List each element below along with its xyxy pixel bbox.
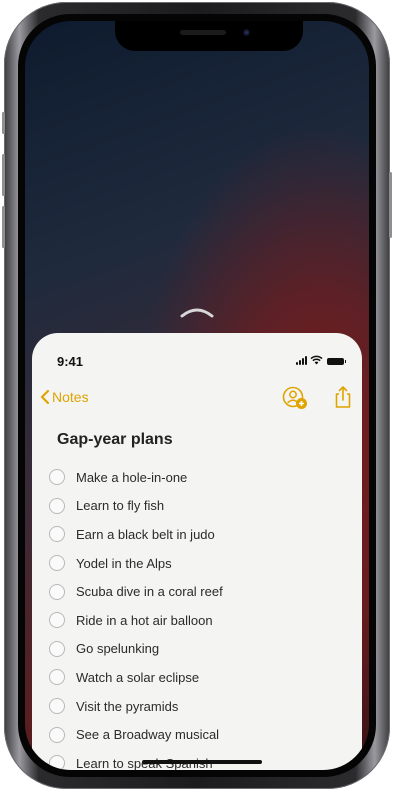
checklist-item-text[interactable]: Ride in a hot air balloon xyxy=(76,613,213,628)
checkbox-circle-icon[interactable] xyxy=(49,640,65,657)
status-time: 9:41 xyxy=(57,354,84,369)
checklist-item[interactable]: Go spelunking xyxy=(49,635,349,664)
checkbox-circle-icon[interactable] xyxy=(49,612,65,629)
notes-sheet: 9:41 Notes Gap-year plans Make a hole-in… xyxy=(32,333,362,770)
note-title[interactable]: Gap-year plans xyxy=(57,431,173,449)
home-indicator[interactable] xyxy=(142,760,262,764)
power-button xyxy=(389,172,392,238)
checklist-item-text[interactable]: Watch a solar eclipse xyxy=(76,670,199,685)
battery-icon xyxy=(327,358,346,365)
wifi-icon xyxy=(310,355,323,365)
checklist: Make a hole-in-one Learn to fly fish Ear… xyxy=(49,463,349,770)
signal-bars-icon xyxy=(296,356,307,365)
checklist-item[interactable]: See a Broadway musical xyxy=(49,720,349,749)
add-person-icon[interactable] xyxy=(282,386,308,410)
checklist-item[interactable]: Watch a solar eclipse xyxy=(49,663,349,692)
checklist-item[interactable]: Learn to fly fish xyxy=(49,492,349,521)
checklist-item-text[interactable]: Go spelunking xyxy=(76,641,159,656)
front-camera xyxy=(243,29,250,36)
checklist-item-text[interactable]: Visit the pyramids xyxy=(76,699,178,714)
checklist-item-text[interactable]: Make a hole-in-one xyxy=(76,470,187,485)
silent-switch xyxy=(2,112,5,134)
checkbox-circle-icon[interactable] xyxy=(49,698,65,715)
checklist-item[interactable]: Make a hole-in-one xyxy=(49,463,349,492)
checkbox-circle-icon[interactable] xyxy=(49,497,65,514)
checklist-item-text[interactable]: See a Broadway musical xyxy=(76,727,219,742)
checkbox-circle-icon[interactable] xyxy=(49,669,65,686)
back-button[interactable]: Notes xyxy=(40,389,89,405)
checklist-item-text[interactable]: Scuba dive in a coral reef xyxy=(76,584,223,599)
checklist-item[interactable]: Earn a black belt in judo xyxy=(49,520,349,549)
checkbox-circle-icon[interactable] xyxy=(49,526,65,543)
checklist-item-text[interactable]: Earn a black belt in judo xyxy=(76,527,215,542)
checkbox-circle-icon[interactable] xyxy=(49,583,65,600)
checkbox-circle-icon[interactable] xyxy=(49,726,65,743)
swipe-up-chevron-icon[interactable] xyxy=(180,305,214,319)
checkbox-circle-icon[interactable] xyxy=(49,469,65,486)
checklist-item-text[interactable]: Learn to fly fish xyxy=(76,498,164,513)
status-icons xyxy=(296,355,346,365)
checklist-item[interactable]: Visit the pyramids xyxy=(49,692,349,721)
share-icon[interactable] xyxy=(333,385,353,409)
back-label: Notes xyxy=(52,389,89,405)
notch xyxy=(115,21,303,51)
checkbox-circle-icon[interactable] xyxy=(49,555,65,572)
checkbox-circle-icon[interactable] xyxy=(49,755,65,770)
speaker xyxy=(180,30,226,35)
chevron-left-icon xyxy=(40,389,50,405)
volume-up-button xyxy=(2,154,5,196)
checklist-item[interactable]: Scuba dive in a coral reef xyxy=(49,577,349,606)
screen: 9:41 Notes Gap-year plans Make a hole-in… xyxy=(25,21,369,770)
checklist-item[interactable]: Yodel in the Alps xyxy=(49,549,349,578)
checklist-item[interactable]: Ride in a hot air balloon xyxy=(49,606,349,635)
volume-down-button xyxy=(2,206,5,248)
phone-frame: 9:41 Notes Gap-year plans Make a hole-in… xyxy=(2,2,392,789)
checklist-item-text[interactable]: Yodel in the Alps xyxy=(76,556,172,571)
